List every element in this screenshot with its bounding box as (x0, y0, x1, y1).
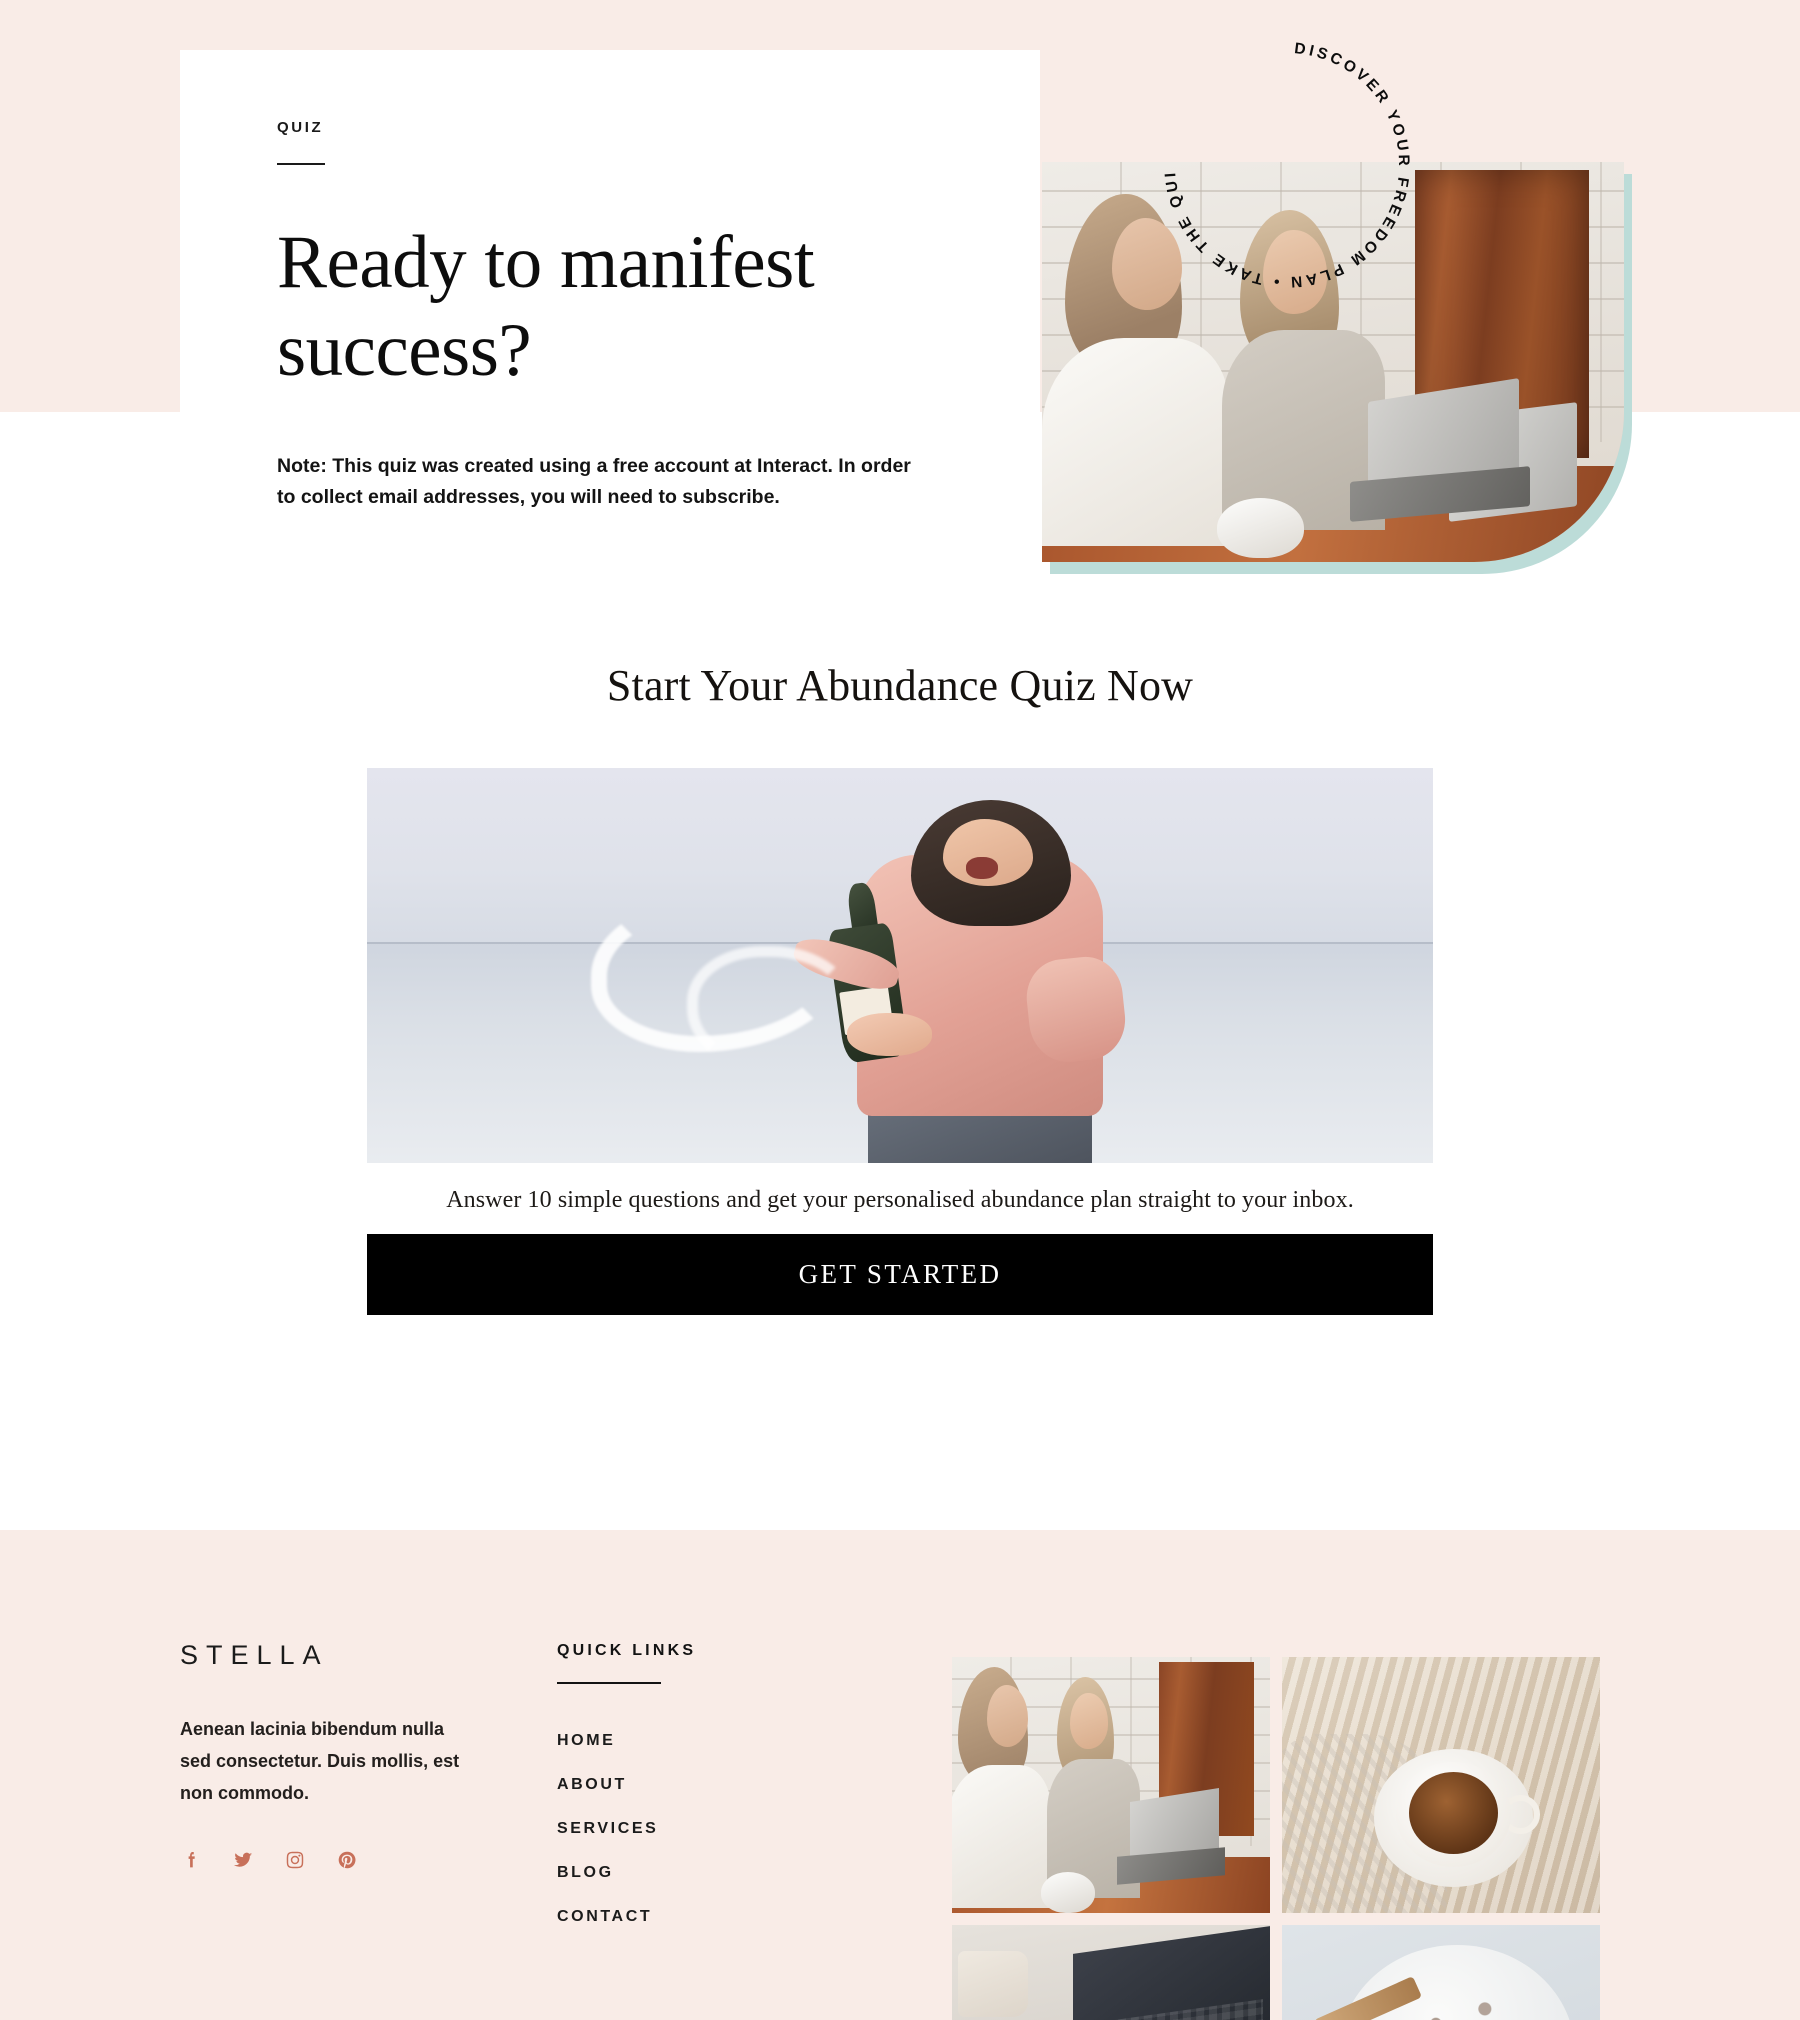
footer-logo: STELLA (180, 1640, 329, 1670)
list-item: HOME (557, 1732, 797, 1750)
footer-link-about[interactable]: ABOUT (557, 1776, 627, 1793)
quiz-embed-section: Start Your Abundance Quiz Now Answer 10 … (0, 660, 1800, 1315)
facebook-icon[interactable] (180, 1849, 202, 1871)
footer-link-blog[interactable]: BLOG (557, 1864, 614, 1881)
hero-copy-block: QUIZ Ready to manifest success? Note: Th… (277, 120, 957, 514)
get-started-button[interactable]: GET STARTED (367, 1234, 1433, 1315)
footer-image-gallery (952, 1657, 1600, 2020)
list-item: SERVICES (557, 1820, 797, 1838)
footer-tagline: Aenean lacinia bibendum nulla sed consec… (180, 1719, 460, 1804)
quick-links-list: HOME ABOUT SERVICES BLOG CONTACT (557, 1732, 797, 1926)
hero-image-wrapper (1042, 162, 1632, 574)
twitter-icon[interactable] (232, 1849, 254, 1871)
pinterest-icon[interactable] (336, 1849, 358, 1871)
footer-brand-block: STELLA Aenean lacinia bibendum nulla sed… (180, 1640, 480, 1871)
footer-link-services[interactable]: SERVICES (557, 1820, 658, 1837)
quick-links-title: QUICK LINKS (557, 1642, 697, 1659)
hero-eyebrow-label: QUIZ (277, 119, 324, 136)
quick-links-rule (557, 1682, 661, 1684)
hero-note-text: Note: This quiz was created using a free… (277, 454, 911, 509)
list-item: CONTACT (557, 1908, 797, 1926)
page-title: Ready to manifest success? (277, 221, 815, 392)
quiz-subtitle: Answer 10 simple questions and get your … (446, 1187, 1354, 1213)
gallery-image-4[interactable] (1282, 1925, 1600, 2020)
footer-quick-links-block: QUICK LINKS HOME ABOUT SERVICES BLOG CON… (557, 1642, 797, 1952)
quiz-cover-image (367, 768, 1433, 1163)
hero-eyebrow-rule (277, 163, 325, 165)
gallery-image-1[interactable] (952, 1657, 1270, 1913)
quiz-heading: Start Your Abundance Quiz Now (606, 661, 1194, 710)
social-links (180, 1849, 480, 1871)
gallery-image-3[interactable] (952, 1925, 1270, 2020)
list-item: BLOG (557, 1864, 797, 1882)
hero-section: QUIZ Ready to manifest success? Note: Th… (0, 0, 1800, 1530)
footer-link-home[interactable]: HOME (557, 1732, 615, 1749)
footer-link-contact[interactable]: CONTACT (557, 1908, 652, 1925)
hero-image (1042, 162, 1624, 562)
instagram-icon[interactable] (284, 1849, 306, 1871)
quiz-card: Answer 10 simple questions and get your … (367, 768, 1433, 1315)
list-item: ABOUT (557, 1776, 797, 1794)
gallery-image-2[interactable] (1282, 1657, 1600, 1913)
